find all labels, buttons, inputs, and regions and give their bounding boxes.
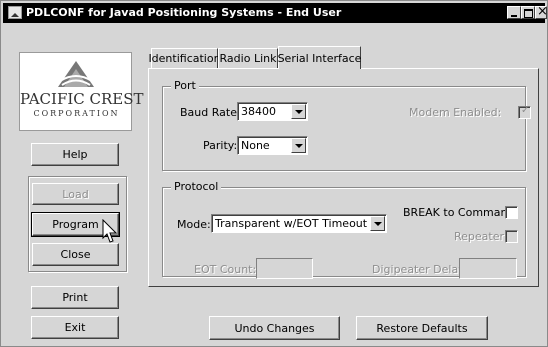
break-to-command-checkbox[interactable] — [505, 206, 518, 219]
parity-select[interactable]: None — [237, 136, 308, 155]
modem-enabled-label: Modem Enabled: — [409, 106, 502, 119]
parity-value: None — [241, 139, 270, 152]
tab-identification[interactable]: Identification — [148, 48, 221, 68]
window-title: PDLCONF for Javad Positioning Systems - … — [26, 6, 342, 19]
tab-radio-link[interactable]: Radio Link — [218, 48, 278, 68]
help-button[interactable]: Help — [31, 143, 119, 166]
serial-interface-panel: Port Protocol — [148, 68, 539, 287]
logo-name: PACIFIC CREST — [20, 90, 144, 108]
close-icon[interactable] — [535, 4, 548, 20]
checkmark-icon: ✓ — [521, 105, 530, 116]
app-icon[interactable] — [8, 6, 22, 19]
mouse-pointer-icon — [102, 219, 118, 243]
close-button[interactable]: Close — [32, 243, 119, 266]
restore-defaults-button[interactable]: Restore Defaults — [356, 316, 488, 340]
maximize-icon[interactable] — [521, 6, 535, 19]
port-group-title: Port — [171, 79, 199, 92]
baud-rate-select[interactable]: 38400 — [237, 102, 308, 121]
repeater-checkbox[interactable] — [505, 230, 518, 243]
baud-rate-label: Baud Rate: — [180, 106, 241, 119]
company-logo: PACIFIC CREST CORPORATION — [19, 52, 144, 131]
load-button[interactable]: Load — [32, 183, 119, 205]
eot-count-field[interactable] — [256, 258, 313, 279]
logo-subtitle: CORPORATION — [33, 109, 120, 118]
app-window: PDLCONF for Javad Positioning Systems - … — [0, 0, 548, 347]
digipeater-delay-field[interactable] — [459, 258, 517, 279]
mode-value: Transparent w/EOT Timeout — [215, 217, 368, 230]
undo-changes-button[interactable]: Undo Changes — [209, 316, 340, 340]
baud-rate-value: 38400 — [241, 105, 276, 118]
print-button[interactable]: Print — [31, 286, 119, 309]
break-to-command-label: BREAK to Command: — [403, 206, 519, 219]
chevron-down-icon[interactable] — [370, 216, 385, 231]
tab-serial-interface[interactable]: Serial Interface — [278, 46, 361, 69]
chevron-down-icon[interactable] — [291, 104, 306, 119]
mode-label: Mode: — [177, 218, 211, 231]
chevron-down-icon[interactable] — [291, 138, 306, 153]
eot-count-label: EOT Count: — [194, 263, 257, 276]
title-bar[interactable]: PDLCONF for Javad Positioning Systems - … — [3, 3, 548, 23]
mode-select[interactable]: Transparent w/EOT Timeout — [211, 214, 387, 233]
exit-button[interactable]: Exit — [31, 316, 119, 339]
port-group: Port — [162, 79, 526, 171]
digipeater-delay-label: Digipeater Delay: — [372, 263, 468, 276]
protocol-group-title: Protocol — [171, 180, 222, 193]
logo-mark-icon — [58, 61, 94, 87]
repeater-label: Repeater: — [454, 230, 508, 243]
minimize-icon[interactable] — [507, 6, 521, 19]
modem-enabled-checkbox[interactable]: ✓ — [518, 105, 531, 119]
parity-label: Parity: — [203, 139, 238, 152]
